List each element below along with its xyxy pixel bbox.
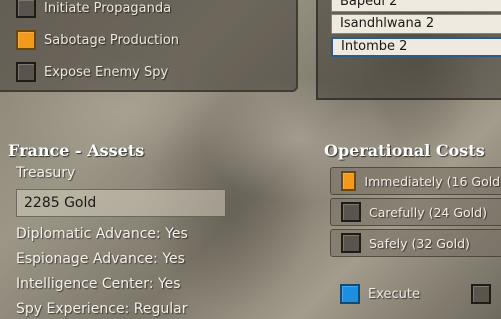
action-label: Initiate Propaganda bbox=[44, 0, 172, 16]
action-expose-enemy-spy[interactable]: Expose Enemy Spy bbox=[16, 62, 168, 82]
checkbox-carefully[interactable] bbox=[341, 202, 361, 222]
list-item-bapedi[interactable]: Bapedi 2 bbox=[331, 0, 501, 12]
treasury-value: 2285 Gold bbox=[16, 189, 226, 217]
diplomatic-advance: Diplomatic Advance: Yes bbox=[16, 226, 188, 242]
assets-heading: France - Assets bbox=[8, 141, 145, 160]
cost-label: Carefully (24 Gold) bbox=[369, 204, 487, 220]
cost-immediately[interactable]: Immediately (16 Gold) bbox=[330, 167, 501, 195]
checkbox-safely[interactable] bbox=[341, 233, 361, 253]
cost-safely[interactable]: Safely (32 Gold) bbox=[330, 229, 501, 257]
checkbox-expose-enemy-spy[interactable] bbox=[16, 62, 36, 82]
action-label: Sabotage Production bbox=[44, 32, 180, 48]
costs-heading: Operational Costs bbox=[324, 141, 485, 160]
action-sabotage-production[interactable]: Sabotage Production bbox=[16, 30, 179, 50]
action-label: Expose Enemy Spy bbox=[44, 64, 169, 80]
checkbox-initiate-propaganda[interactable] bbox=[16, 0, 36, 18]
cancel-indicator[interactable] bbox=[471, 284, 491, 304]
action-initiate-propaganda[interactable]: Initiate Propaganda bbox=[16, 0, 171, 18]
execute-label: Execute bbox=[368, 286, 420, 302]
cost-label: Safely (32 Gold) bbox=[369, 235, 470, 251]
checkbox-immediately[interactable] bbox=[341, 171, 357, 191]
cost-label: Immediately (16 Gold) bbox=[364, 173, 501, 189]
list-item-intombe-selected[interactable]: Intombe 2 bbox=[331, 37, 501, 57]
espionage-advance: Espionage Advance: Yes bbox=[16, 251, 185, 267]
list-item-isandhlwana[interactable]: Isandhlwana 2 bbox=[331, 14, 501, 34]
cost-carefully[interactable]: Carefully (24 Gold) bbox=[330, 198, 501, 226]
intelligence-center: Intelligence Center: Yes bbox=[16, 276, 181, 292]
treasury-label: Treasury bbox=[16, 165, 76, 181]
spy-experience: Spy Experience: Regular bbox=[16, 301, 188, 317]
checkbox-sabotage-production[interactable] bbox=[16, 30, 36, 50]
execute-indicator[interactable] bbox=[340, 284, 360, 304]
execute-button[interactable]: Execute bbox=[340, 284, 420, 304]
